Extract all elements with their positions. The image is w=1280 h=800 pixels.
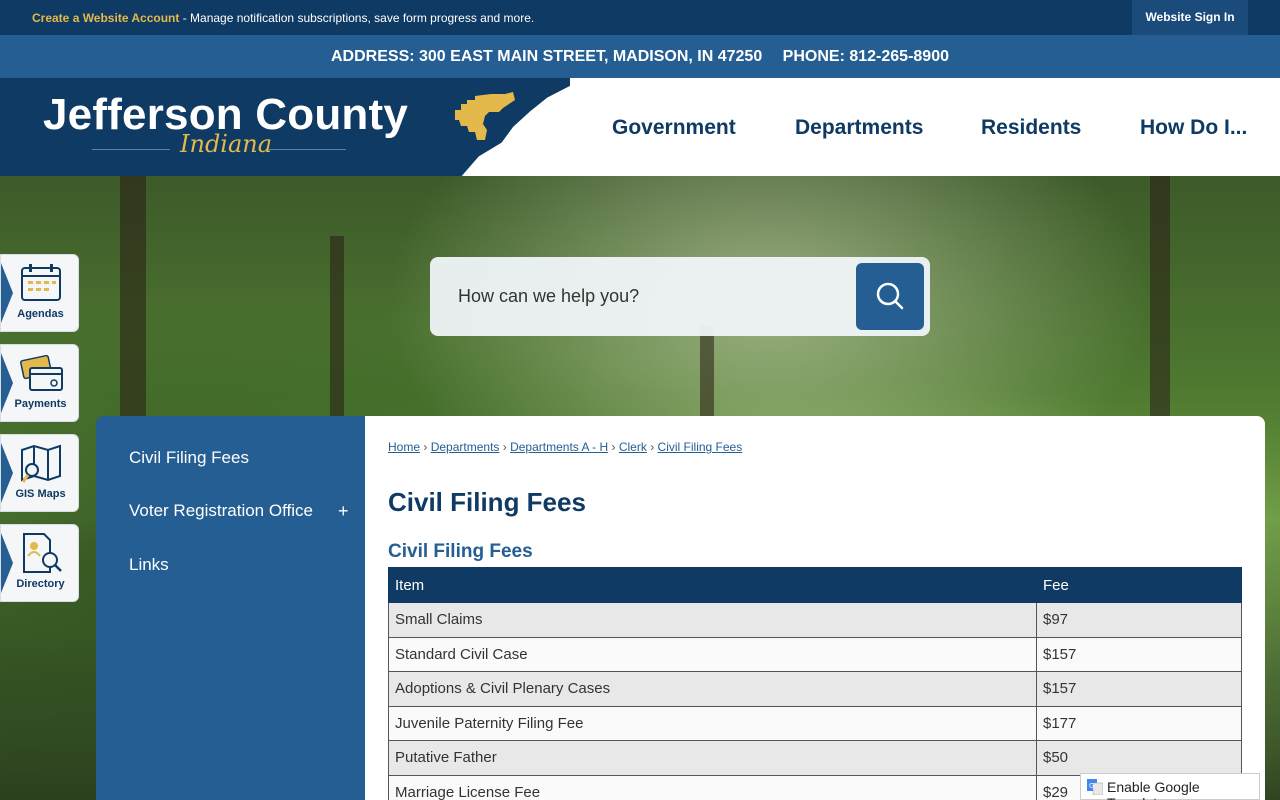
fee-cell: $157: [1036, 671, 1242, 707]
quick-link-label: Agendas: [17, 308, 64, 320]
logo-subtitle: Indiana: [180, 130, 273, 158]
page-title: Civil Filing Fees: [388, 487, 586, 517]
item-cell: Adoptions & Civil Plenary Cases: [388, 671, 1037, 707]
breadcrumb: Home › Departments › Departments A - H ›…: [388, 440, 742, 454]
search-icon: [876, 282, 904, 310]
account-message-text: - Manage notification subscriptions, sav…: [179, 11, 535, 25]
fee-cell: $177: [1036, 705, 1242, 741]
map-icon: [21, 444, 61, 483]
sidebar-item-links[interactable]: Links: [129, 555, 169, 575]
breadcrumb-clerk[interactable]: Clerk: [619, 440, 647, 454]
quick-link-label: Directory: [16, 578, 65, 590]
fee-cell: $50: [1036, 740, 1242, 776]
phone-text[interactable]: PHONE: 812-265-8900: [783, 48, 949, 65]
breadcrumb-civil-filing-fees[interactable]: Civil Filing Fees: [658, 440, 743, 454]
expand-plus-icon[interactable]: +: [338, 501, 349, 522]
section-title: Civil Filing Fees: [388, 541, 533, 562]
nav-departments[interactable]: Departments: [795, 116, 923, 140]
google-translate-button[interactable]: G Enable Google Translate: [1080, 773, 1260, 800]
tree-trunk: [120, 176, 146, 436]
item-cell: Putative Father: [388, 740, 1037, 776]
breadcrumb-departments[interactable]: Departments: [431, 440, 500, 454]
logo-divider-left: [92, 149, 170, 150]
svg-text:G: G: [1089, 782, 1094, 790]
nav-how-do-i[interactable]: How Do I...: [1140, 116, 1247, 140]
breadcrumb-separator: ›: [650, 440, 655, 454]
table-row: Adoptions & Civil Plenary Cases $157: [388, 671, 1242, 707]
search-button[interactable]: [856, 263, 924, 330]
translate-label: Enable Google Translate: [1107, 779, 1200, 800]
column-header-fee: Fee: [1036, 567, 1242, 603]
sidebar-nav: Civil Filing Fees Voter Registration Off…: [96, 416, 365, 800]
create-account-link[interactable]: Create a Website Account: [32, 11, 179, 25]
address-bar: ADDRESS: 300 EAST MAIN STREET, MADISON, …: [0, 35, 1280, 78]
item-cell: Marriage License Fee: [388, 774, 1037, 800]
google-icon: G: [1087, 779, 1103, 795]
fee-cell: $97: [1036, 602, 1242, 638]
sidebar-item-civil-filing-fees[interactable]: Civil Filing Fees: [129, 448, 249, 468]
tree-trunk: [330, 236, 344, 426]
table-row: Standard Civil Case $157: [388, 636, 1242, 672]
item-cell: Small Claims: [388, 602, 1037, 638]
main-content: Home › Departments › Departments A - H ›…: [365, 416, 1265, 800]
payment-card-icon: [20, 354, 63, 391]
quick-link-label: GIS Maps: [15, 488, 66, 500]
breadcrumb-separator: ›: [502, 440, 507, 454]
address-text: ADDRESS: 300 EAST MAIN STREET, MADISON, …: [331, 48, 763, 65]
county-map-icon: [455, 92, 515, 140]
quick-link-gis-maps[interactable]: GIS Maps: [0, 434, 79, 512]
nav-residents[interactable]: Residents: [981, 116, 1081, 140]
quick-link-payments[interactable]: Payments: [0, 344, 79, 422]
search-input[interactable]: [430, 257, 850, 336]
table-row: Putative Father $50: [388, 740, 1242, 776]
search-box: [430, 257, 930, 336]
breadcrumb-departments-a-h[interactable]: Departments A - H: [510, 440, 608, 454]
website-sign-in-button[interactable]: Website Sign In: [1132, 0, 1248, 35]
breadcrumb-separator: ›: [611, 440, 616, 454]
fees-table: Item Fee Small Claims $97 Standard Civil …: [388, 567, 1242, 800]
logo[interactable]: Jefferson County Indiana: [0, 78, 570, 176]
account-message: Create a Website Account - Manage notifi…: [32, 11, 534, 25]
nav-government[interactable]: Government: [612, 116, 736, 140]
quick-link-label: Payments: [14, 398, 67, 410]
sidebar-item-voter-registration-office[interactable]: Voter Registration Office: [129, 501, 313, 521]
logo-divider-right: [268, 149, 346, 150]
column-header-item: Item: [388, 567, 1037, 603]
top-bar: Create a Website Account - Manage notifi…: [0, 0, 1280, 35]
directory-icon: [23, 533, 62, 573]
table-header-row: Item Fee: [388, 567, 1242, 603]
table-row: Juvenile Paternity Filing Fee $177: [388, 705, 1242, 741]
tree-trunk: [1150, 176, 1170, 416]
item-cell: Juvenile Paternity Filing Fee: [388, 705, 1037, 741]
calendar-icon: [21, 264, 61, 301]
tree-trunk: [700, 326, 714, 416]
fee-cell: $157: [1036, 636, 1242, 672]
quick-link-directory[interactable]: Directory: [0, 524, 79, 602]
breadcrumb-home[interactable]: Home: [388, 440, 420, 454]
item-cell: Standard Civil Case: [388, 636, 1037, 672]
table-row: Small Claims $97: [388, 602, 1242, 638]
quick-link-agendas[interactable]: Agendas: [0, 254, 79, 332]
breadcrumb-separator: ›: [423, 440, 428, 454]
site-header: Jefferson County Indiana Government Depa…: [0, 78, 1280, 176]
